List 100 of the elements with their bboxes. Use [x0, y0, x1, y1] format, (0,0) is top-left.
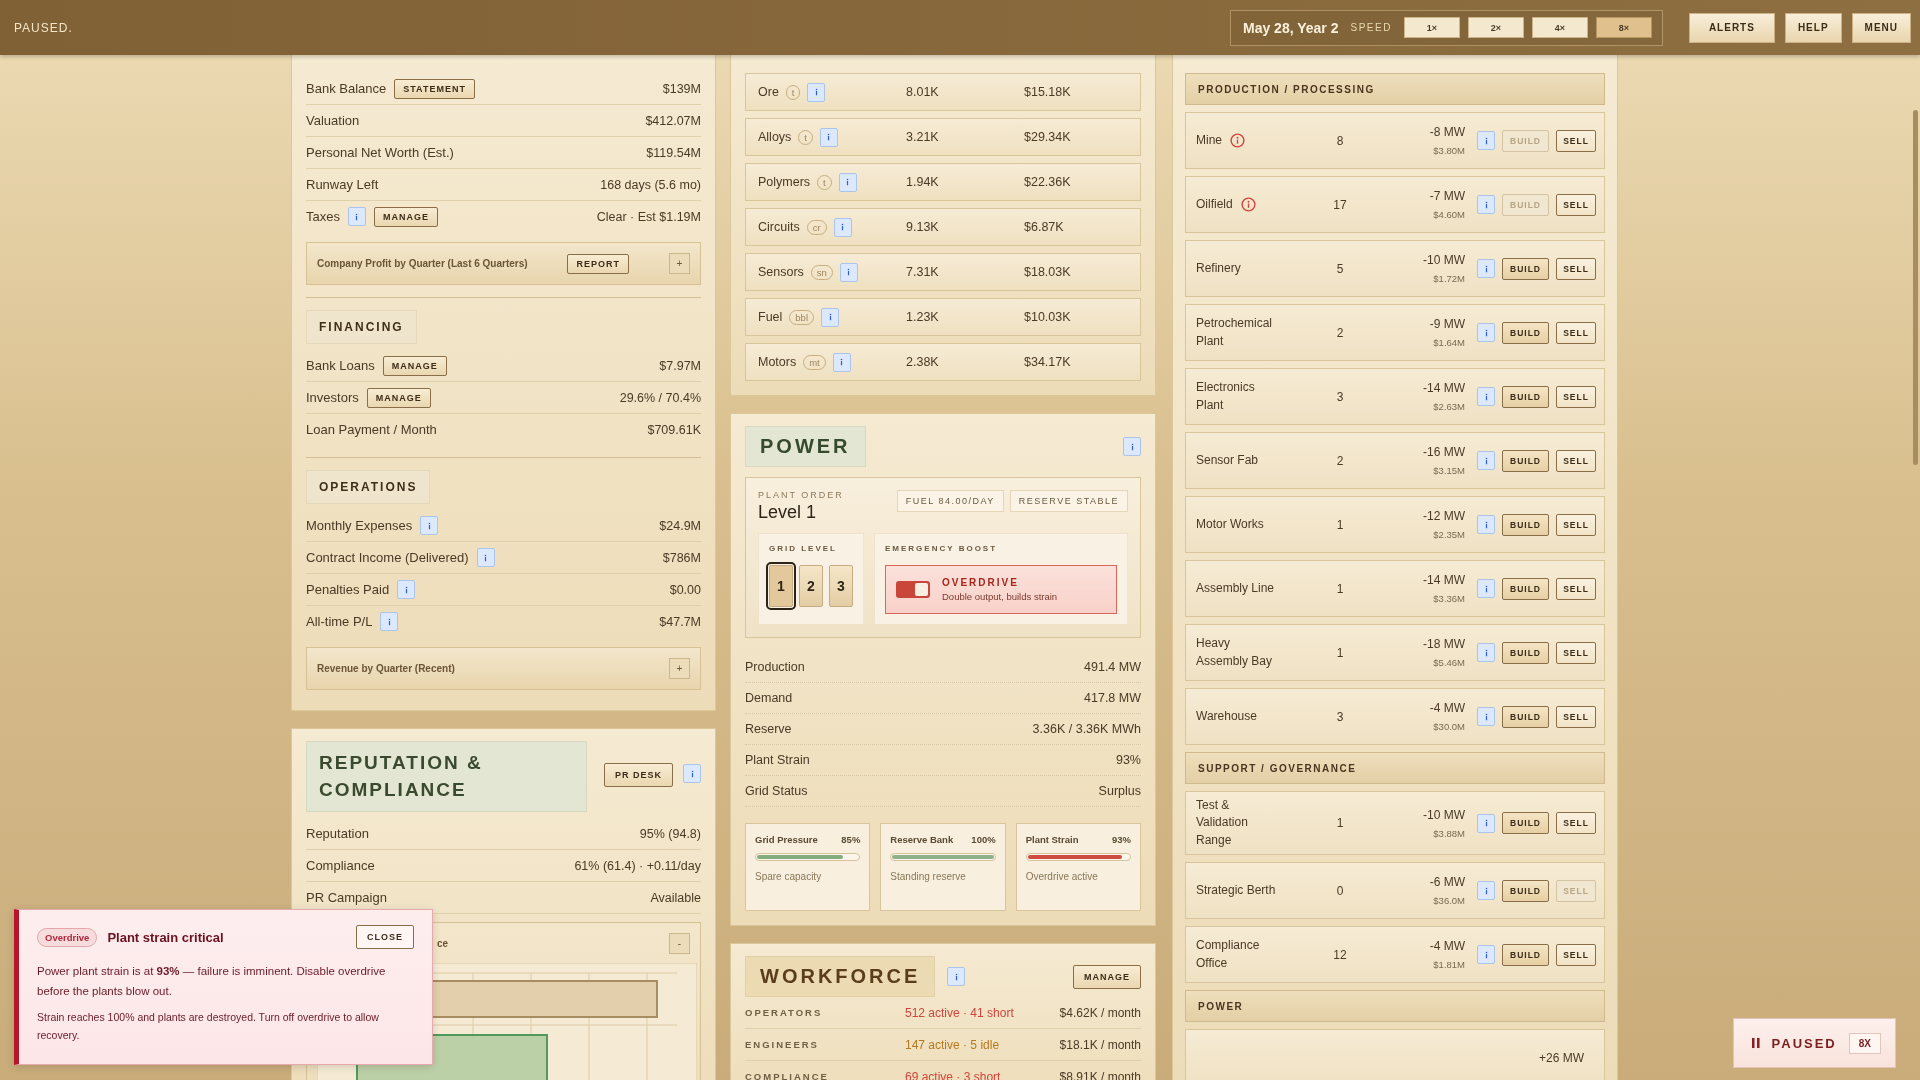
sell-button[interactable]: SELL	[1556, 943, 1596, 966]
build-button[interactable]: BUILD	[1502, 943, 1549, 966]
speed-badge: 8X	[1848, 1032, 1881, 1054]
info-button[interactable]	[833, 217, 852, 237]
row-label: Taxes	[306, 209, 340, 224]
facility-name: Oilfield	[1196, 195, 1233, 213]
scrollbar-thumb[interactable]	[1913, 110, 1918, 465]
menu-button[interactable]: MENU	[1851, 12, 1911, 43]
chart-expander[interactable]: Company Profit by Quarter (Last 6 Quarters) REPORT +	[306, 242, 701, 285]
info-button[interactable]	[397, 580, 416, 599]
sell-button[interactable]: SELL	[1556, 812, 1596, 835]
sell-button[interactable]: SELL	[1556, 705, 1596, 728]
facility-name: Motor Works	[1196, 515, 1264, 533]
info-button[interactable]	[1477, 451, 1495, 470]
row-value: $47.7M	[659, 614, 701, 629]
info-button[interactable]	[1477, 515, 1495, 534]
manage-button[interactable]: MANAGE	[1073, 964, 1141, 989]
expand-toggle[interactable]: +	[669, 658, 690, 679]
sell-button[interactable]: SELL	[1556, 321, 1596, 344]
pause-label: PAUSED	[1771, 1035, 1837, 1051]
sell-button[interactable]: SELL	[1556, 193, 1596, 216]
info-button[interactable]	[838, 172, 857, 192]
manage-button[interactable]: MANAGE	[366, 387, 431, 408]
info-button[interactable]	[1477, 881, 1495, 901]
info-button[interactable]	[832, 352, 851, 372]
info-button[interactable]	[1477, 707, 1495, 726]
build-button[interactable]: BUILD	[1502, 812, 1549, 835]
info-button[interactable]	[1123, 437, 1141, 456]
sell-button[interactable]: SELL	[1556, 385, 1596, 408]
info-button[interactable]	[380, 612, 399, 631]
power-draw: -4 MW	[1429, 701, 1465, 715]
report-button[interactable]: REPORT	[567, 253, 629, 274]
pause-indicator[interactable]: PAUSED 8X	[1733, 1018, 1896, 1068]
info-button[interactable]	[820, 127, 838, 147]
menu-button[interactable]: HELP	[1784, 12, 1842, 43]
build-button[interactable]: BUILD	[1502, 577, 1549, 600]
speed-button[interactable]: 2×	[1467, 17, 1524, 38]
build-button[interactable]: BUILD	[1502, 385, 1549, 408]
sell-button[interactable]: SELL	[1556, 129, 1596, 152]
info-button[interactable]	[1477, 195, 1495, 214]
info-icon	[1483, 327, 1489, 338]
manage-button[interactable]: MANAGE	[373, 206, 438, 227]
info-icon	[814, 87, 819, 97]
build-button[interactable]: BUILD	[1502, 705, 1549, 728]
chart-expander[interactable]: Revenue by Quarter (Recent) +	[306, 647, 701, 690]
info-button[interactable]	[807, 82, 826, 102]
speed-button[interactable]: 4×	[1531, 17, 1588, 38]
build-button[interactable]: BUILD	[1502, 641, 1549, 664]
menu-button[interactable]: ALERTS	[1688, 12, 1775, 43]
resource-name: Circuits	[758, 220, 800, 234]
facility-name: Refinery	[1196, 259, 1241, 277]
info-button[interactable]	[1477, 579, 1495, 598]
build-button[interactable]: BUILD	[1502, 321, 1549, 344]
info-button[interactable]	[1477, 813, 1495, 833]
grid-level-button[interactable]: 1	[769, 565, 793, 607]
resource-amount: 1.23K	[906, 310, 940, 324]
expand-toggle[interactable]: +	[669, 253, 690, 274]
collapse-toggle[interactable]: -	[669, 932, 690, 954]
grid-level-button[interactable]: 2	[799, 565, 823, 607]
info-button[interactable]	[1477, 643, 1495, 662]
overdrive-toggle[interactable]	[896, 581, 930, 598]
manage-button[interactable]: MANAGE	[382, 355, 447, 376]
info-icon	[354, 211, 360, 222]
speed-button[interactable]: 1×	[1403, 17, 1460, 38]
sell-button[interactable]: SELL	[1556, 577, 1596, 600]
build-button[interactable]: BUILD	[1502, 257, 1549, 280]
build-button[interactable]: BUILD	[1502, 449, 1549, 472]
info-icon	[1129, 441, 1135, 452]
info-button[interactable]	[347, 207, 366, 226]
alert-message: Power plant strain is at 93% — failure is imminent. Disable overdrive before the plants blow out.	[37, 964, 387, 1000]
facility-count: 3	[1336, 709, 1344, 724]
facility-cost: $2.35M	[1433, 529, 1465, 540]
row-label: All-time P/L	[306, 614, 373, 629]
sell-button[interactable]: SELL	[1556, 513, 1596, 536]
power-draw: -6 MW	[1429, 875, 1465, 890]
sell-button[interactable]: SELL	[1556, 449, 1596, 472]
info-button[interactable]	[683, 764, 701, 783]
close-button[interactable]: CLOSE	[356, 925, 414, 949]
pr-desk-button[interactable]: PR DESK	[604, 763, 673, 787]
panel-title: REPUTATION & COMPLIANCE	[306, 741, 587, 813]
info-button[interactable]	[821, 307, 839, 327]
sell-button[interactable]: SELL	[1556, 257, 1596, 280]
info-button[interactable]	[476, 548, 495, 567]
info-button[interactable]	[1477, 323, 1495, 342]
info-button[interactable]	[839, 262, 858, 282]
info-button[interactable]	[1477, 387, 1495, 406]
build-button[interactable]: BUILD	[1502, 879, 1549, 902]
facility-cost: $30.0M	[1433, 721, 1465, 732]
speed-button[interactable]: 8×	[1595, 17, 1652, 38]
info-button[interactable]	[1477, 131, 1495, 150]
info-button[interactable]	[1477, 945, 1495, 965]
row-value: 95% (94.8)	[639, 826, 701, 841]
manage-button[interactable]: STATEMENT	[394, 78, 475, 99]
resource-value: $22.36K	[1024, 175, 1071, 189]
build-button[interactable]: BUILD	[1502, 513, 1549, 536]
info-button[interactable]	[420, 516, 439, 535]
grid-level-button[interactable]: 3	[829, 565, 853, 607]
info-button[interactable]	[1477, 259, 1495, 278]
info-button[interactable]	[947, 967, 966, 986]
sell-button[interactable]: SELL	[1556, 641, 1596, 664]
